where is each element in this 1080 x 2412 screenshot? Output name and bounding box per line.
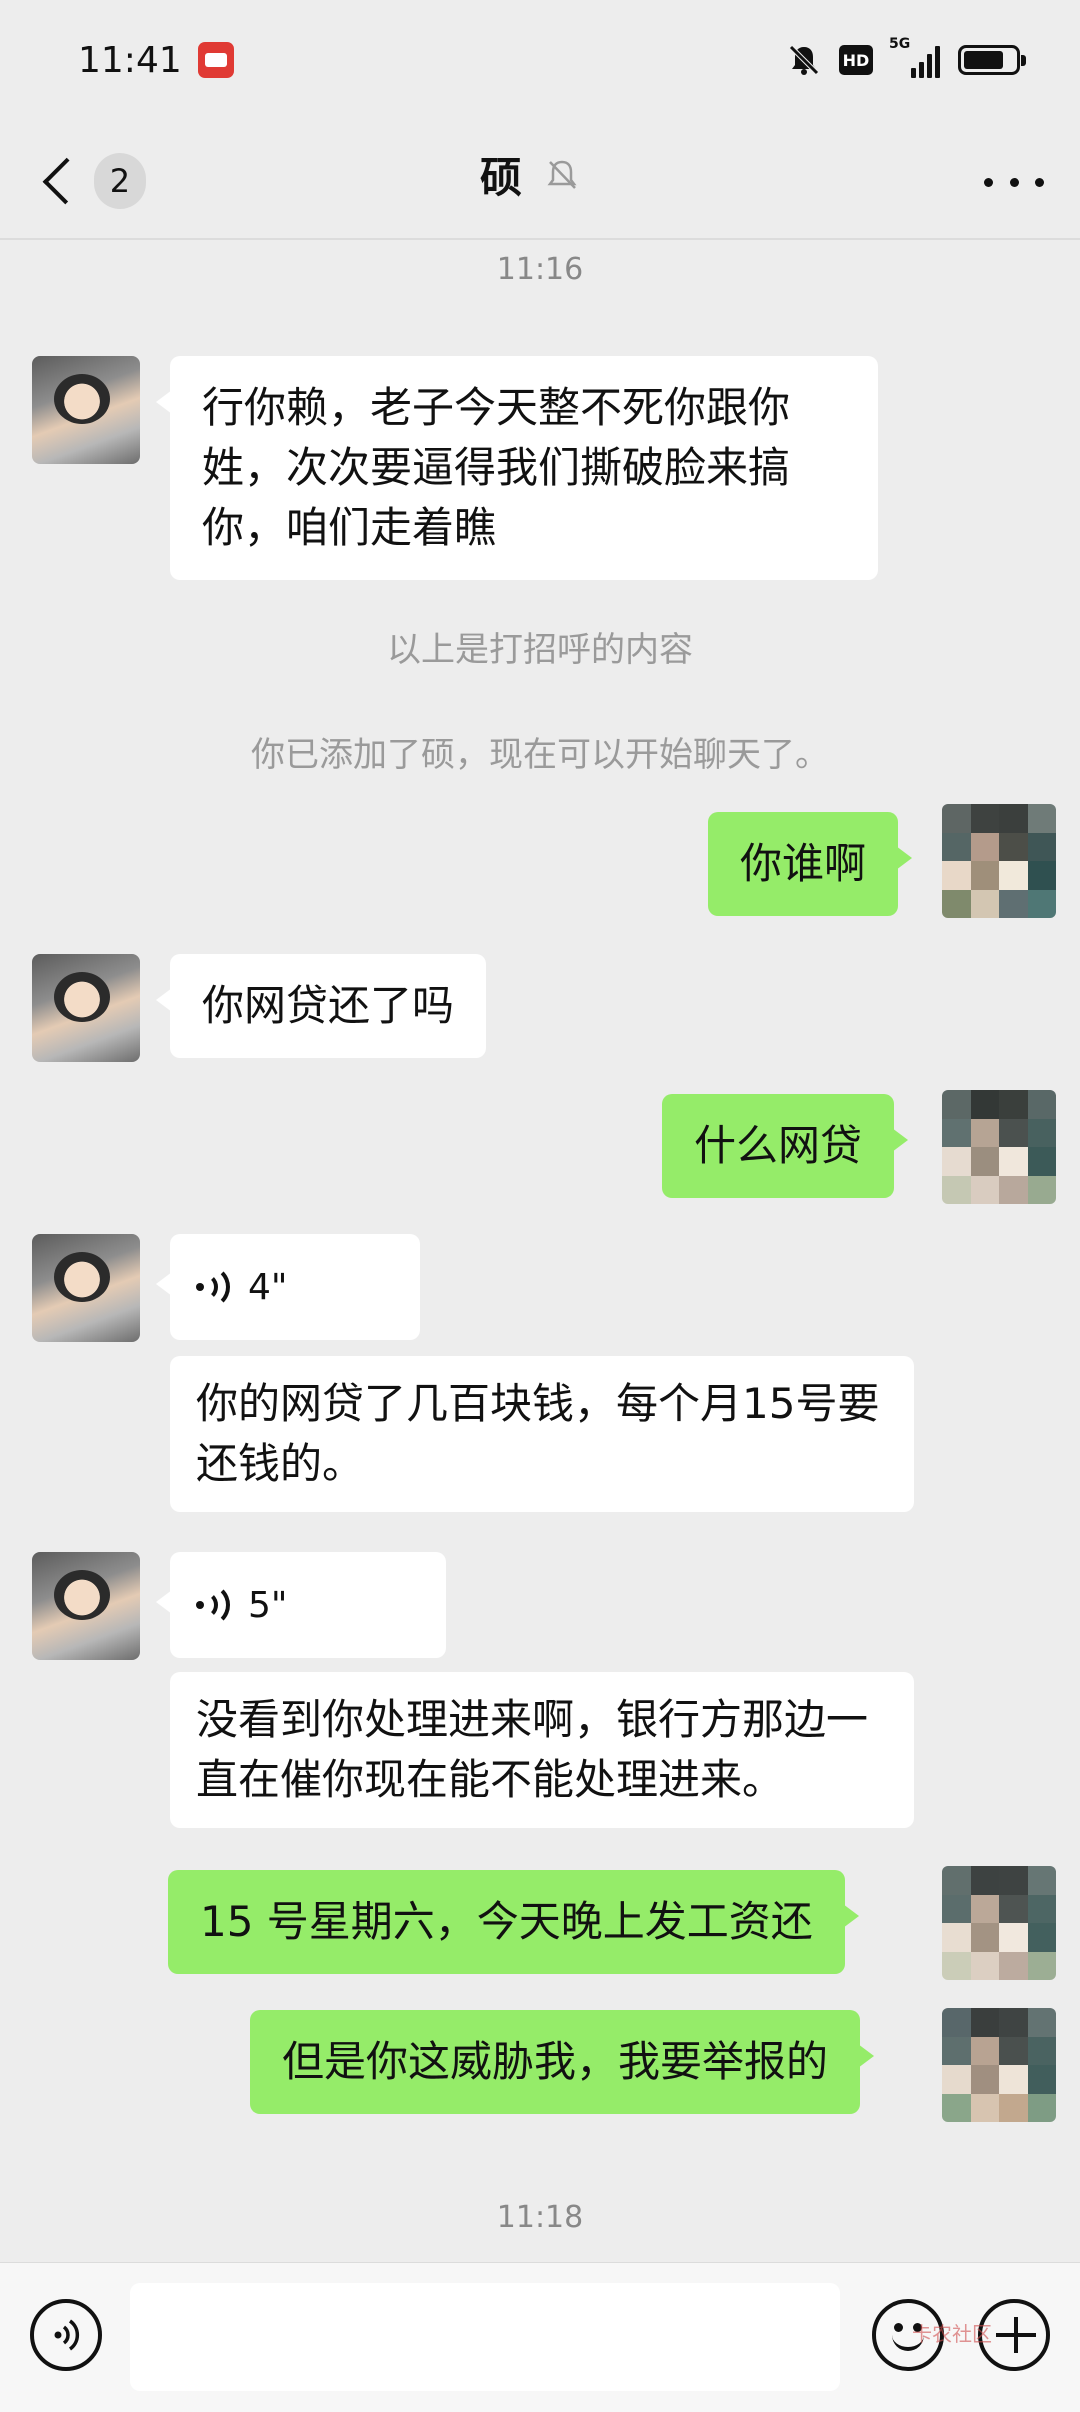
hd-icon: HD xyxy=(839,45,873,75)
back-button[interactable]: 2 xyxy=(36,146,146,216)
avatar[interactable] xyxy=(942,1866,1056,1980)
mute-icon xyxy=(789,45,819,75)
timestamp: 11:16 xyxy=(496,252,584,287)
avatar[interactable] xyxy=(32,1552,140,1660)
voice-message[interactable]: 5" xyxy=(156,1552,446,1658)
message-bubble[interactable]: 你谁啊 xyxy=(708,812,913,916)
voice-input-icon[interactable] xyxy=(30,2299,102,2371)
avatar[interactable] xyxy=(942,2008,1056,2122)
avatar[interactable] xyxy=(942,804,1056,918)
avatar[interactable] xyxy=(32,954,140,1062)
more-dots-icon[interactable] xyxy=(984,152,1044,212)
message-bubble[interactable]: 但是你这威胁我，我要举报的 xyxy=(250,2010,875,2114)
mute-bell-icon xyxy=(547,160,577,189)
message-bubble[interactable]: 你网贷还了吗 xyxy=(155,954,487,1058)
system-note: 以上是打招呼的内容 xyxy=(387,630,693,670)
watermark: 卡农社区 xyxy=(912,2322,992,2346)
voice-duration: 4" xyxy=(248,1266,288,1308)
message-bubble[interactable]: 你的网贷了几百块钱，每个月15号要还钱的。 xyxy=(170,1356,914,1512)
app-notification-icon xyxy=(198,42,234,78)
battery-icon xyxy=(958,45,1026,75)
avatar[interactable] xyxy=(32,1234,140,1342)
message-bubble[interactable]: 行你赖，老子今天整不死你跟你姓，次次要逼得我们撕破脸来搞你，咱们走着瞧 xyxy=(156,356,878,580)
system-note: 你已添加了硕，现在可以开始聊天了。 xyxy=(251,735,829,775)
message-input[interactable] xyxy=(130,2283,840,2391)
message-bubble[interactable]: 15 号星期六，今天晚上发工资还 xyxy=(168,1870,859,1974)
signal-icon: 5G xyxy=(889,36,940,78)
status-bar: 11:41 HD 5G xyxy=(0,0,1080,120)
status-icons: HD 5G xyxy=(787,36,1026,80)
message-bubble[interactable]: 没看到你处理进来啊，银行方那边一直在催你现在能不能处理进来。 xyxy=(170,1672,914,1828)
status-time: 11:41 xyxy=(78,40,182,81)
message-bubble[interactable]: 什么网贷 xyxy=(662,1094,909,1198)
avatar[interactable] xyxy=(32,356,140,464)
chat-screen: 11:41 HD 5G 2 硕 11:16 行你赖，老子今天整不死你跟你姓，次次… xyxy=(0,0,1080,2412)
timestamp: 11:18 xyxy=(496,2200,584,2235)
network-label: 5G xyxy=(889,36,911,52)
unread-count-badge: 2 xyxy=(93,153,146,209)
back-chevron-icon xyxy=(42,157,90,205)
avatar[interactable] xyxy=(942,1090,1056,1204)
voice-wave-icon xyxy=(196,1583,230,1627)
title-group: 硕 xyxy=(480,144,580,205)
header-divider xyxy=(0,238,1080,240)
voice-duration: 5" xyxy=(248,1584,288,1626)
voice-wave-icon xyxy=(196,1265,230,1309)
chat-title: 硕 xyxy=(480,153,523,202)
chat-header: 2 硕 xyxy=(0,120,1080,240)
voice-message[interactable]: 4" xyxy=(156,1234,420,1340)
